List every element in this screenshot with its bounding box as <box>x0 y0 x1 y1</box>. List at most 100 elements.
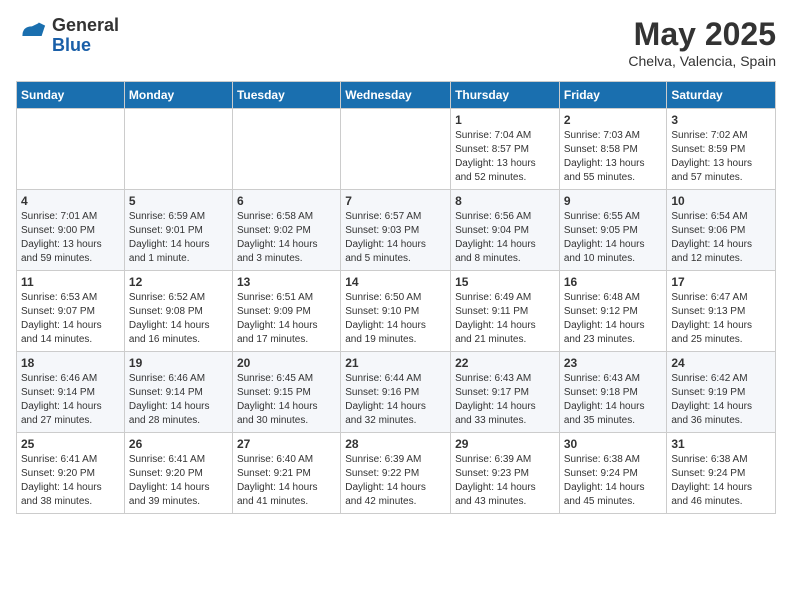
day-number: 28 <box>345 437 446 451</box>
month-title: May 2025 <box>628 16 776 53</box>
calendar-cell: 18 Sunrise: 6:46 AM Sunset: 9:14 PM Dayli… <box>17 352 125 433</box>
day-info: Sunrise: 6:39 AM Sunset: 9:22 PM Dayligh… <box>345 453 446 509</box>
day-number: 22 <box>455 356 555 370</box>
calendar-cell: 21Sunrise: 6:44 AM Sunset: 9:16 PM Dayli… <box>341 352 451 433</box>
day-number: 8 <box>455 194 555 208</box>
day-number: 19 <box>129 356 228 370</box>
calendar-cell: 9 Sunrise: 6:55 AM Sunset: 9:05 PM Daylig… <box>559 190 667 271</box>
day-info: Sunrise: 6:55 AM Sunset: 9:05 PM Dayligh… <box>564 210 663 266</box>
day-info: Sunrise: 6:43 AM Sunset: 9:18 PM Dayligh… <box>564 372 663 428</box>
day-number: 1 <box>455 113 555 127</box>
calendar-cell: 31Sunrise: 6:38 AM Sunset: 9:24 PM Dayli… <box>667 433 776 514</box>
day-number: 26 <box>129 437 228 451</box>
day-info: Sunrise: 7:02 AM Sunset: 8:59 PM Dayligh… <box>671 129 771 185</box>
calendar-cell <box>232 109 340 190</box>
calendar-cell: 24 Sunrise: 6:42 AM Sunset: 9:19 PM Dayli… <box>667 352 776 433</box>
day-number: 17 <box>671 275 771 289</box>
day-info: Sunrise: 6:48 AM Sunset: 9:12 PM Dayligh… <box>564 291 663 347</box>
day-info: Sunrise: 6:51 AM Sunset: 9:09 PM Dayligh… <box>237 291 336 347</box>
calendar-cell: 13 Sunrise: 6:51 AM Sunset: 9:09 PM Dayli… <box>232 271 340 352</box>
day-info: Sunrise: 6:42 AM Sunset: 9:19 PM Dayligh… <box>671 372 771 428</box>
calendar-week-row: 18 Sunrise: 6:46 AM Sunset: 9:14 PM Dayli… <box>17 352 776 433</box>
weekday-header-monday: Monday <box>124 82 232 109</box>
day-info: Sunrise: 6:47 AM Sunset: 9:13 PM Dayligh… <box>671 291 771 347</box>
day-info: Sunrise: 7:03 AM Sunset: 8:58 PM Dayligh… <box>564 129 663 185</box>
day-info: Sunrise: 6:52 AM Sunset: 9:08 PM Dayligh… <box>129 291 228 347</box>
calendar-cell <box>124 109 232 190</box>
day-number: 16 <box>564 275 663 289</box>
calendar-week-row: 1 Sunrise: 7:04 AM Sunset: 8:57 PM Daylig… <box>17 109 776 190</box>
calendar-cell: 29 Sunrise: 6:39 AM Sunset: 9:23 PM Dayli… <box>451 433 560 514</box>
calendar-week-row: 11 Sunrise: 6:53 AM Sunset: 9:07 PM Dayli… <box>17 271 776 352</box>
calendar-cell: 4 Sunrise: 7:01 AM Sunset: 9:00 PM Daylig… <box>17 190 125 271</box>
day-number: 6 <box>237 194 336 208</box>
calendar-week-row: 25Sunrise: 6:41 AM Sunset: 9:20 PM Dayli… <box>17 433 776 514</box>
day-number: 12 <box>129 275 228 289</box>
day-info: Sunrise: 6:46 AM Sunset: 9:14 PM Dayligh… <box>129 372 228 428</box>
day-info: Sunrise: 6:59 AM Sunset: 9:01 PM Dayligh… <box>129 210 228 266</box>
calendar-cell: 19 Sunrise: 6:46 AM Sunset: 9:14 PM Dayli… <box>124 352 232 433</box>
weekday-header-sunday: Sunday <box>17 82 125 109</box>
day-number: 7 <box>345 194 446 208</box>
calendar-cell: 11 Sunrise: 6:53 AM Sunset: 9:07 PM Dayli… <box>17 271 125 352</box>
day-info: Sunrise: 6:46 AM Sunset: 9:14 PM Dayligh… <box>21 372 120 428</box>
calendar-cell: 10Sunrise: 6:54 AM Sunset: 9:06 PM Dayli… <box>667 190 776 271</box>
day-number: 11 <box>21 275 120 289</box>
day-number: 3 <box>671 113 771 127</box>
logo: General Blue <box>16 16 119 56</box>
calendar-cell: 2 Sunrise: 7:03 AM Sunset: 8:58 PM Daylig… <box>559 109 667 190</box>
title-block: May 2025 Chelva, Valencia, Spain <box>628 16 776 69</box>
day-info: Sunrise: 6:41 AM Sunset: 9:20 PM Dayligh… <box>21 453 120 509</box>
day-number: 24 <box>671 356 771 370</box>
calendar-cell: 5 Sunrise: 6:59 AM Sunset: 9:01 PM Daylig… <box>124 190 232 271</box>
day-number: 9 <box>564 194 663 208</box>
day-info: Sunrise: 7:01 AM Sunset: 9:00 PM Dayligh… <box>21 210 120 266</box>
weekday-header-saturday: Saturday <box>667 82 776 109</box>
day-info: Sunrise: 6:56 AM Sunset: 9:04 PM Dayligh… <box>455 210 555 266</box>
calendar-cell: 30 Sunrise: 6:38 AM Sunset: 9:24 PM Dayli… <box>559 433 667 514</box>
calendar-cell: 14 Sunrise: 6:50 AM Sunset: 9:10 PM Dayli… <box>341 271 451 352</box>
calendar-cell: 20Sunrise: 6:45 AM Sunset: 9:15 PM Dayli… <box>232 352 340 433</box>
day-number: 13 <box>237 275 336 289</box>
day-number: 15 <box>455 275 555 289</box>
day-number: 14 <box>345 275 446 289</box>
calendar-cell: 16 Sunrise: 6:48 AM Sunset: 9:12 PM Dayli… <box>559 271 667 352</box>
day-info: Sunrise: 6:58 AM Sunset: 9:02 PM Dayligh… <box>237 210 336 266</box>
calendar-cell: 22 Sunrise: 6:43 AM Sunset: 9:17 PM Dayli… <box>451 352 560 433</box>
day-number: 20 <box>237 356 336 370</box>
day-number: 30 <box>564 437 663 451</box>
calendar-cell: 8 Sunrise: 6:56 AM Sunset: 9:04 PM Daylig… <box>451 190 560 271</box>
day-info: Sunrise: 6:50 AM Sunset: 9:10 PM Dayligh… <box>345 291 446 347</box>
day-number: 5 <box>129 194 228 208</box>
day-info: Sunrise: 6:49 AM Sunset: 9:11 PM Dayligh… <box>455 291 555 347</box>
day-number: 23 <box>564 356 663 370</box>
day-info: Sunrise: 6:44 AM Sunset: 9:16 PM Dayligh… <box>345 372 446 428</box>
calendar-cell: 26 Sunrise: 6:41 AM Sunset: 9:20 PM Dayli… <box>124 433 232 514</box>
day-number: 18 <box>21 356 120 370</box>
weekday-header-row: SundayMondayTuesdayWednesdayThursdayFrid… <box>17 82 776 109</box>
day-info: Sunrise: 6:38 AM Sunset: 9:24 PM Dayligh… <box>564 453 663 509</box>
calendar-cell: 27Sunrise: 6:40 AM Sunset: 9:21 PM Dayli… <box>232 433 340 514</box>
calendar-cell: 28 Sunrise: 6:39 AM Sunset: 9:22 PM Dayli… <box>341 433 451 514</box>
calendar-cell <box>341 109 451 190</box>
weekday-header-friday: Friday <box>559 82 667 109</box>
logo-icon <box>16 20 48 52</box>
calendar-cell: 3 Sunrise: 7:02 AM Sunset: 8:59 PM Daylig… <box>667 109 776 190</box>
calendar-cell: 17 Sunrise: 6:47 AM Sunset: 9:13 PM Dayli… <box>667 271 776 352</box>
day-info: Sunrise: 6:39 AM Sunset: 9:23 PM Dayligh… <box>455 453 555 509</box>
day-number: 2 <box>564 113 663 127</box>
calendar-cell <box>17 109 125 190</box>
calendar: SundayMondayTuesdayWednesdayThursdayFrid… <box>16 81 776 514</box>
day-number: 4 <box>21 194 120 208</box>
calendar-cell: 7Sunrise: 6:57 AM Sunset: 9:03 PM Daylig… <box>341 190 451 271</box>
day-info: Sunrise: 7:04 AM Sunset: 8:57 PM Dayligh… <box>455 129 555 185</box>
day-number: 29 <box>455 437 555 451</box>
calendar-cell: 15 Sunrise: 6:49 AM Sunset: 9:11 PM Dayli… <box>451 271 560 352</box>
day-info: Sunrise: 6:38 AM Sunset: 9:24 PM Dayligh… <box>671 453 771 509</box>
day-info: Sunrise: 6:43 AM Sunset: 9:17 PM Dayligh… <box>455 372 555 428</box>
day-info: Sunrise: 6:41 AM Sunset: 9:20 PM Dayligh… <box>129 453 228 509</box>
calendar-cell: 1 Sunrise: 7:04 AM Sunset: 8:57 PM Daylig… <box>451 109 560 190</box>
day-info: Sunrise: 6:53 AM Sunset: 9:07 PM Dayligh… <box>21 291 120 347</box>
day-info: Sunrise: 6:54 AM Sunset: 9:06 PM Dayligh… <box>671 210 771 266</box>
page-header: General Blue May 2025 Chelva, Valencia, … <box>16 16 776 69</box>
